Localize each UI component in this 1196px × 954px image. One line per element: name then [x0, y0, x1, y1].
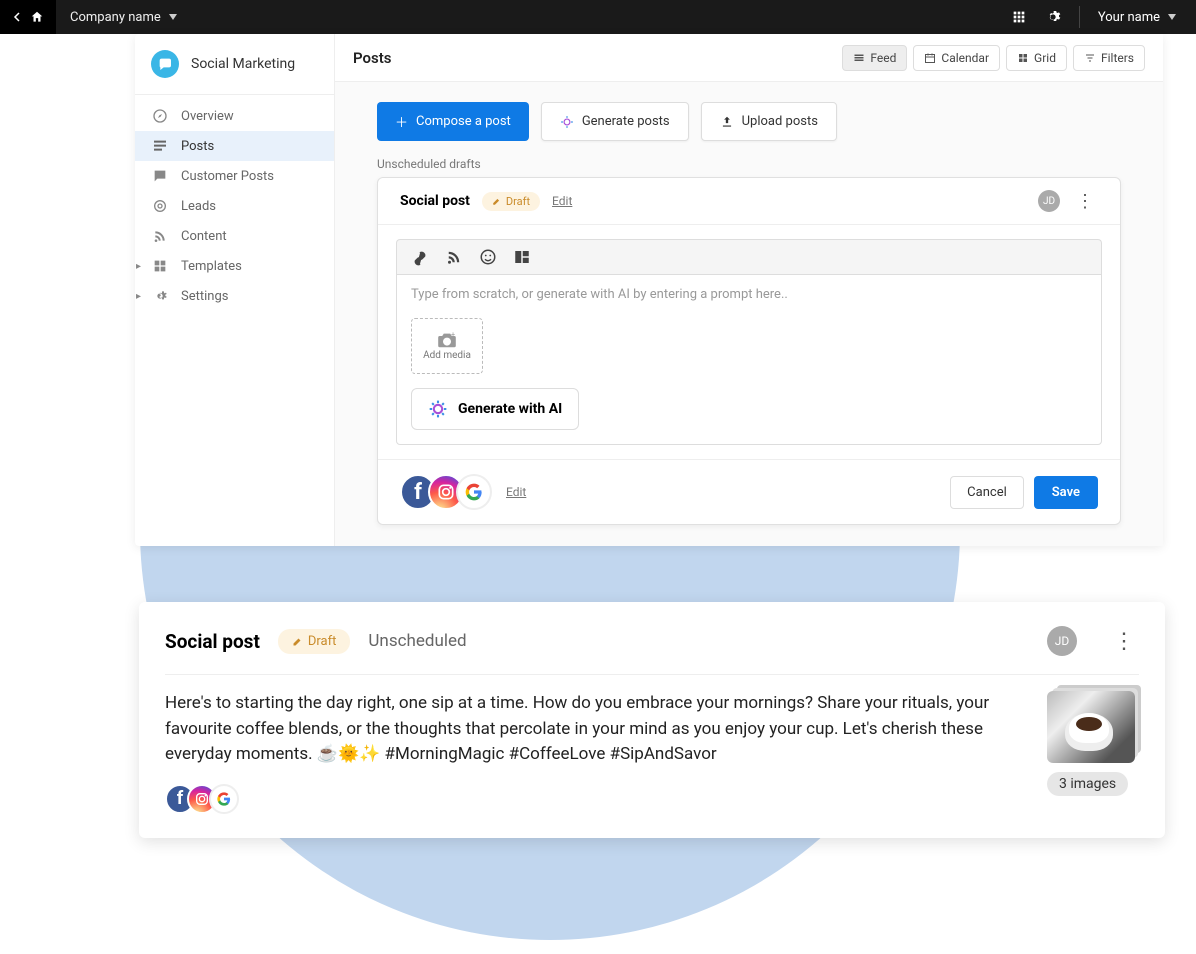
chevron-down-icon: [169, 14, 177, 20]
view-feed[interactable]: Feed: [842, 45, 907, 71]
textarea-placeholder: Type from scratch, or generate with AI b…: [411, 287, 1087, 302]
add-media-button[interactable]: + Add media: [411, 318, 483, 374]
topbar-divider: [1079, 6, 1080, 28]
page-title: Posts: [353, 49, 391, 67]
link-icon[interactable]: [411, 248, 429, 266]
sidebar-item-leads[interactable]: Leads: [135, 191, 334, 221]
view-grid[interactable]: Grid: [1006, 45, 1067, 71]
content-header: Posts Feed Calendar Grid Filters: [335, 34, 1163, 82]
sidebar-item-customer-posts[interactable]: Customer Posts: [135, 161, 334, 191]
filter-icon: [1084, 52, 1096, 64]
expand-icon: ▸: [136, 291, 141, 302]
editor-toolbar: [396, 239, 1102, 274]
company-label: Company name: [70, 10, 161, 25]
preview-networks: f: [165, 784, 1139, 814]
post-textarea[interactable]: Type from scratch, or generate with AI b…: [396, 274, 1102, 445]
app-logo: [151, 50, 179, 78]
view-calendar[interactable]: Calendar: [913, 45, 1000, 71]
ai-icon: [428, 399, 448, 419]
back-icon: [12, 12, 22, 22]
selected-networks: f: [400, 474, 492, 510]
chat-icon: [151, 167, 169, 185]
app-title: Social Marketing: [135, 34, 334, 94]
home-icon: [30, 10, 44, 24]
generate-posts-button[interactable]: Generate posts: [541, 102, 689, 141]
feed-icon: [853, 52, 865, 64]
draft-badge: Draft: [482, 192, 540, 211]
edit-networks-link[interactable]: Edit: [506, 485, 526, 499]
content: Posts Feed Calendar Grid Filters ＋Compos…: [335, 34, 1163, 546]
generate-with-ai-button[interactable]: Generate with AI: [411, 388, 579, 430]
draft-badge: Draft: [278, 629, 351, 654]
editor-title: Social post: [400, 193, 470, 209]
ai-icon: [560, 115, 574, 129]
sidebar-item-overview[interactable]: Overview: [135, 101, 334, 131]
preview-title: Social post: [165, 630, 260, 653]
compose-post-button[interactable]: ＋Compose a post: [377, 102, 529, 141]
compass-icon: [151, 107, 169, 125]
layout-icon[interactable]: [513, 248, 531, 266]
apps-icon[interactable]: [1011, 9, 1027, 25]
sidebar-item-settings[interactable]: ▸Settings: [135, 281, 334, 311]
rss-icon: [151, 227, 169, 245]
svg-text:+: +: [451, 332, 455, 339]
chevron-down-icon: [1168, 14, 1176, 20]
google-icon[interactable]: [456, 474, 492, 510]
image-count-badge: 3 images: [1047, 772, 1128, 796]
expand-icon: ▸: [136, 261, 141, 272]
emoji-icon[interactable]: [479, 248, 497, 266]
nav-back-home[interactable]: [0, 0, 56, 34]
editor-card: Social post Draft Edit JD ⋮ Type from sc…: [377, 177, 1121, 525]
calendar-icon: [924, 52, 936, 64]
more-menu[interactable]: ⋮: [1109, 629, 1139, 654]
upload-icon: [720, 115, 734, 129]
gear-icon[interactable]: [1045, 9, 1061, 25]
sidebar-item-templates[interactable]: ▸Templates: [135, 251, 334, 281]
company-dropdown[interactable]: Company name: [56, 10, 191, 25]
view-filters[interactable]: Filters: [1073, 45, 1145, 71]
google-icon: [209, 784, 239, 814]
section-label: Unscheduled drafts: [335, 153, 1163, 177]
rss-icon[interactable]: [445, 248, 463, 266]
save-button[interactable]: Save: [1034, 476, 1098, 509]
preview-card: Social post Draft Unscheduled JD ⋮ Here'…: [139, 602, 1165, 838]
user-label: Your name: [1098, 10, 1160, 25]
sidebar-item-content[interactable]: Content: [135, 221, 334, 251]
preview-image-stack[interactable]: 3 images: [1047, 691, 1139, 768]
grid-icon: [1017, 52, 1029, 64]
topbar: Company name Your name: [0, 0, 1196, 34]
templates-icon: [151, 257, 169, 275]
plus-icon: ＋: [395, 112, 408, 131]
app-name: Social Marketing: [191, 56, 295, 72]
avatar: JD: [1038, 190, 1060, 212]
posts-icon: [151, 137, 169, 155]
cancel-button[interactable]: Cancel: [950, 476, 1024, 509]
more-menu[interactable]: ⋮: [1072, 191, 1098, 212]
sidebar: Social Marketing Overview Posts Customer…: [135, 34, 335, 546]
sidebar-item-posts[interactable]: Posts: [135, 131, 334, 161]
gear-icon: [151, 287, 169, 305]
target-icon: [151, 197, 169, 215]
camera-icon: +: [437, 332, 457, 348]
main-card: Social Marketing Overview Posts Customer…: [135, 34, 1163, 546]
upload-posts-button[interactable]: Upload posts: [701, 102, 837, 141]
avatar: JD: [1047, 626, 1077, 656]
unscheduled-label: Unscheduled: [368, 631, 466, 651]
user-menu[interactable]: Your name: [1098, 10, 1176, 25]
preview-text: Here's to starting the day right, one si…: [165, 691, 1027, 768]
edit-link[interactable]: Edit: [552, 194, 572, 208]
